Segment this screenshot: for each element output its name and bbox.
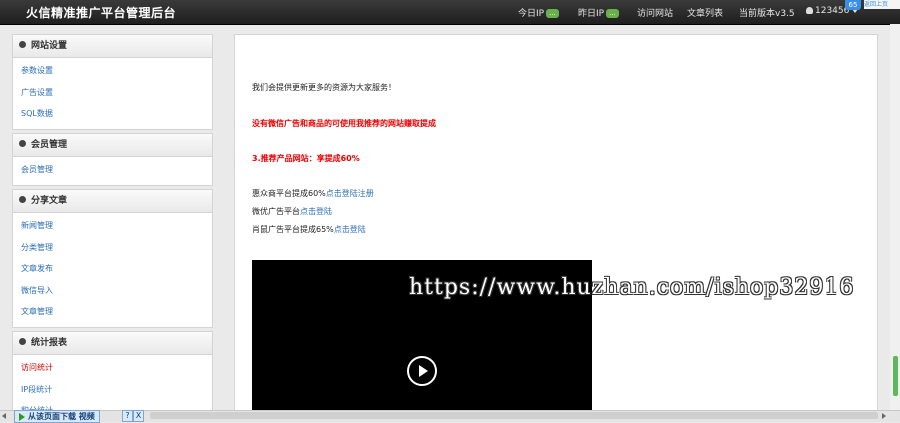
sidebar-item-categories[interactable]: 分类管理 (13, 237, 212, 259)
sidebar-item-params[interactable]: 参数设置 (13, 60, 212, 82)
nav-version: 当前版本v3.5 (739, 9, 795, 19)
panel-site-settings: 网站设置 参数设置 广告设置 SQL数据 (12, 34, 213, 130)
promo-line-1-link[interactable]: 点击登陆注册 (326, 189, 374, 198)
top-navbar: 火信精准推广平台管理后台 今日IP... 昨日IP... 访问网站 文章列表 当… (0, 0, 900, 25)
download-close-button[interactable]: X (133, 410, 144, 422)
intro-text: 我们会提供更新更多的资源为大家服务！ (252, 83, 396, 92)
scroll-left-arrow-icon[interactable] (2, 413, 6, 419)
panel-title: 网站设置 (31, 41, 68, 51)
scroll-right-arrow-icon[interactable] (882, 413, 886, 419)
panel-header[interactable]: 网站设置 (13, 35, 212, 58)
sidebar-item-ip-stats[interactable]: IP段统计 (13, 379, 212, 401)
app-title[interactable]: 火信精准推广平台管理后台 (26, 4, 176, 21)
promo-line-2: 微优广告平台点击登陆 (252, 206, 332, 217)
panel-title: 会员管理 (31, 140, 68, 150)
yesterday-ip-badge: ... (606, 9, 619, 18)
nav-yesterday-ip-label: 昨日IP (578, 9, 605, 19)
panel-header[interactable]: 统计报表 (13, 332, 212, 355)
sidebar-item-sql[interactable]: SQL数据 (13, 103, 212, 125)
promo-line-1-text: 惠众商平台提成60% (252, 189, 326, 198)
corner-link[interactable]: 返回上页 (864, 0, 900, 9)
notice-text: 没有微信广告和商品的可使用我推荐的网站赚取提成 (252, 119, 436, 128)
nav-today-ip-label: 今日IP (518, 9, 545, 19)
promo-line-2-link[interactable]: 点击登陆 (300, 207, 332, 216)
panel-members: 会员管理 会员管理 (12, 133, 213, 186)
main-content: 我们会提供更新更多的资源为大家服务！ 没有微信广告和商品的可使用我推荐的网站赚取… (234, 34, 878, 422)
sidebar-item-ads[interactable]: 广告设置 (13, 82, 212, 104)
nav-article-list[interactable]: 文章列表 (687, 6, 723, 19)
sidebar-item-news[interactable]: 新闻管理 (13, 215, 212, 237)
panel-share: 分享文章 新闻管理 分类管理 文章发布 微信导入 文章管理 (12, 189, 213, 328)
gear-icon (19, 140, 26, 147)
gear-icon (19, 41, 26, 48)
sidebar-item-wechat-import[interactable]: 微信导入 (13, 280, 212, 302)
promo-line-2-text: 微优广告平台 (252, 207, 300, 216)
corner-widget[interactable]: 65 (845, 0, 861, 10)
nav-visit-site[interactable]: 访问网站 (637, 6, 673, 19)
play-arrow-icon (19, 412, 25, 421)
panel-header[interactable]: 会员管理 (13, 134, 212, 157)
play-icon[interactable] (407, 356, 437, 386)
sidebar-item-members[interactable]: 会员管理 (13, 159, 212, 181)
nav-today-ip[interactable]: 今日IP... (518, 6, 559, 19)
promo-line-3: 肖鼠广告平台提成65%点击登陆 (252, 224, 366, 235)
sidebar-item-articles[interactable]: 文章管理 (13, 301, 212, 323)
promo-line-3-link[interactable]: 点击登陆 (334, 225, 366, 234)
vertical-scroll-thumb[interactable] (893, 356, 898, 396)
sidebar-item-publish[interactable]: 文章发布 (13, 258, 212, 280)
video-download-bar[interactable]: 从该页面下载 视频 (14, 410, 100, 423)
today-ip-badge: ... (546, 9, 559, 18)
sidebar-item-visit-stats[interactable]: 访问统计 (13, 357, 212, 379)
user-icon (806, 7, 813, 14)
watermark-text: https://www.huzhan.com/ishop32916 (409, 275, 855, 300)
gear-icon (19, 196, 26, 203)
vertical-scrollbar[interactable] (890, 24, 900, 410)
gear-icon (19, 338, 26, 345)
nav-yesterday-ip[interactable]: 昨日IP... (578, 6, 619, 19)
download-bar-label: 从该页面下载 视频 (28, 412, 95, 421)
panel-title: 分享文章 (31, 196, 68, 206)
promo-line-3-text: 肖鼠广告平台提成65% (252, 225, 334, 234)
horizontal-scroll-thumb[interactable] (150, 412, 878, 419)
panel-header[interactable]: 分享文章 (13, 190, 212, 213)
download-help-button[interactable]: ? (122, 410, 133, 422)
promo-line-1: 惠众商平台提成60%点击登陆注册 (252, 188, 374, 199)
recommend-text: 3.推荐产品网站：享提成60% (252, 154, 360, 163)
panel-title: 统计报表 (31, 338, 68, 348)
panel-stats: 统计报表 访问统计 IP段统计 积分统计 (12, 331, 213, 413)
